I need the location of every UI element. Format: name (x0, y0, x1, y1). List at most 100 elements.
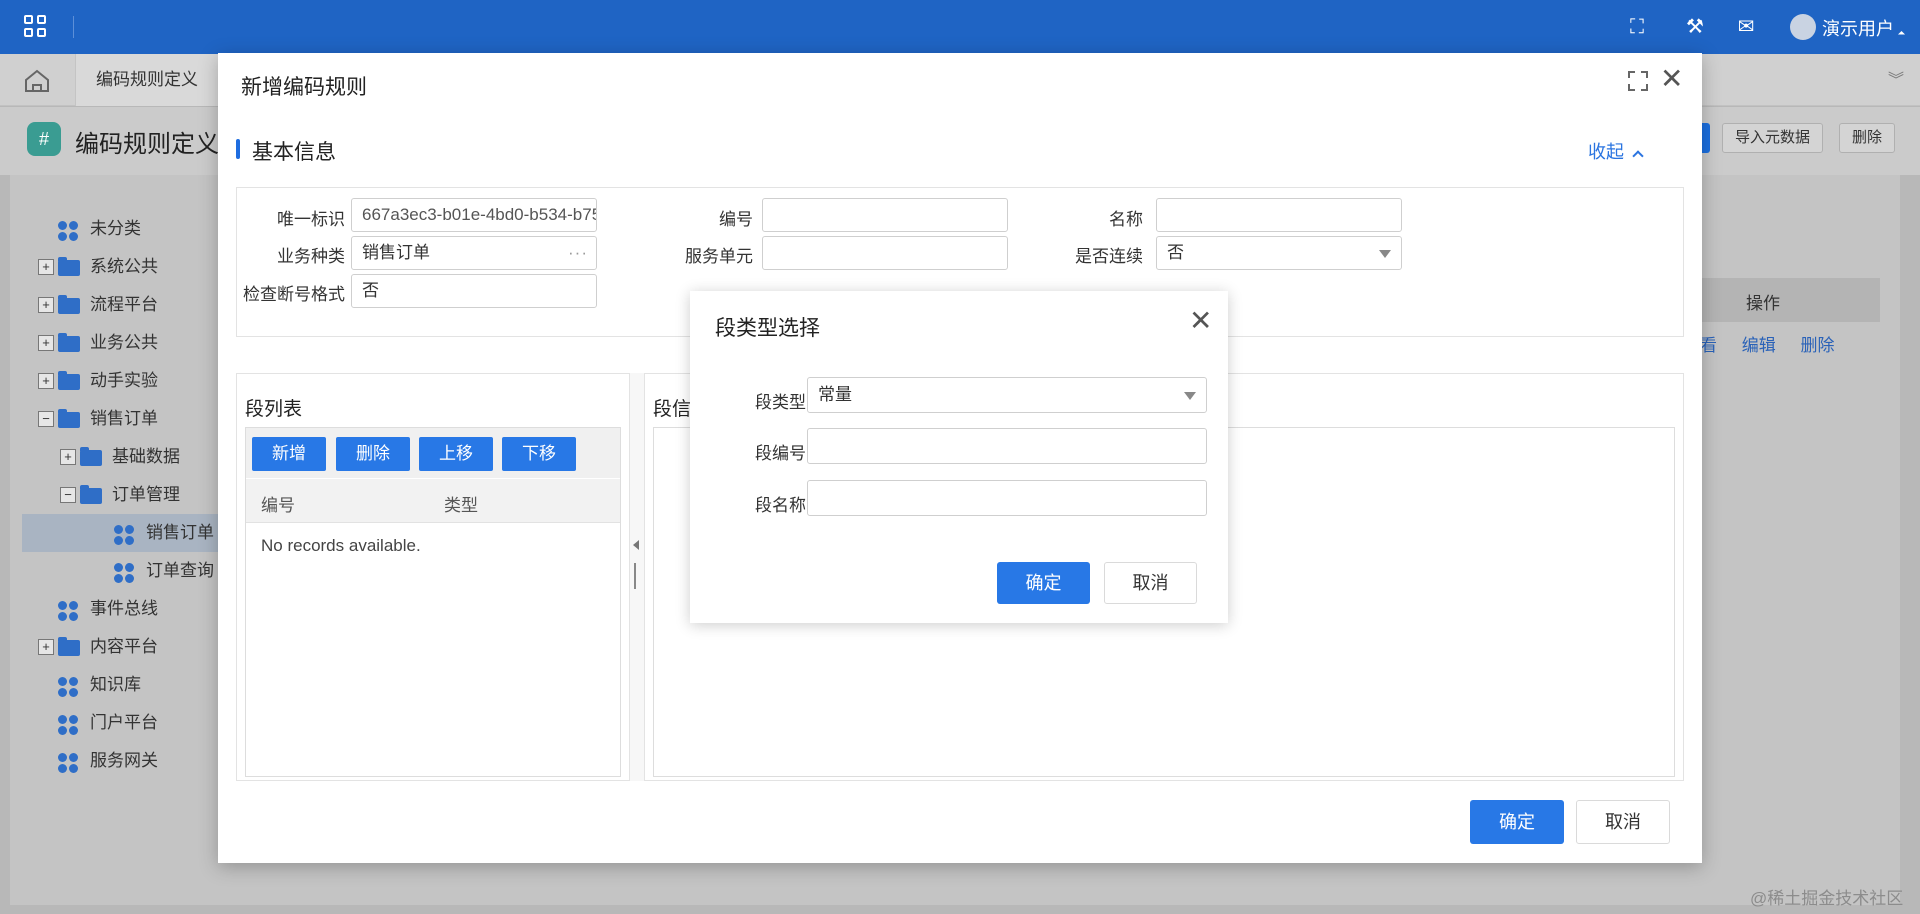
collapse-left-arrow-icon[interactable] (633, 540, 639, 550)
tree-node[interactable]: − 销售订单 (22, 400, 228, 438)
grid-icon (58, 715, 78, 735)
collapse-toggle[interactable]: 收起 (1588, 138, 1644, 164)
tree-node[interactable]: + 动手实验 (22, 362, 228, 400)
tree-node[interactable]: 订单查询 (22, 552, 228, 590)
segment-code-field[interactable] (807, 428, 1207, 464)
segment-move-down-button[interactable]: 下移 (502, 437, 576, 471)
tree-node[interactable]: 销售订单 (22, 514, 228, 552)
tree-node[interactable]: + 内容平台 (22, 628, 228, 666)
grid-icon (114, 563, 134, 583)
collapse-label: 收起 (1588, 142, 1624, 162)
user-name[interactable]: 演示用户 (1822, 15, 1894, 41)
page-delete-button[interactable]: 删除 (1839, 123, 1896, 153)
ellipsis-icon[interactable]: ··· (568, 237, 588, 269)
tree-node-label: 事件总线 (90, 599, 158, 618)
collapse-icon[interactable]: − (60, 487, 76, 503)
top-bar-divider (73, 16, 74, 38)
edit-link[interactable]: 编辑 (1742, 336, 1776, 355)
folder-icon (80, 447, 102, 466)
collapse-icon[interactable]: − (38, 411, 54, 427)
tree-node-label: 销售订单 (90, 409, 158, 428)
tree-node-label: 流程平台 (90, 295, 158, 314)
tree-node[interactable]: 知识库 (22, 666, 228, 704)
expand-icon[interactable]: + (38, 297, 54, 313)
tools-icon[interactable]: ⚒ (1682, 14, 1708, 40)
tree-node-label: 门户平台 (90, 713, 158, 732)
apps-grid-icon[interactable] (24, 15, 48, 39)
segment-name-field[interactable] (807, 480, 1207, 516)
code-field[interactable] (762, 198, 1008, 232)
segment-list-title: 段列表 (245, 399, 303, 420)
folder-open-icon (58, 409, 80, 428)
subdialog-cancel-button[interactable]: 取消 (1104, 562, 1197, 604)
view-link[interactable]: 看 (1700, 336, 1717, 355)
expand-icon[interactable]: + (60, 449, 76, 465)
modal-ok-button[interactable]: 确定 (1470, 800, 1564, 844)
fullscreen-icon[interactable]: ⛶ (1624, 14, 1650, 40)
modal-close-icon[interactable]: ✕ (1660, 65, 1683, 93)
segment-add-button[interactable]: 新增 (252, 437, 326, 471)
bg-table-header: 操作 (1680, 278, 1880, 322)
chevron-up-icon (1632, 150, 1644, 162)
folder-icon (58, 295, 80, 314)
tree-node-label: 内容平台 (90, 637, 158, 656)
service-unit-field[interactable] (762, 236, 1008, 270)
subdialog-close-icon[interactable]: ✕ (1189, 307, 1212, 335)
check-format-value: 否 (362, 281, 379, 300)
splitter-handle[interactable] (634, 563, 636, 589)
name-field[interactable] (1156, 198, 1402, 232)
user-avatar-icon[interactable] (1790, 14, 1816, 40)
section-accent-bar (236, 139, 240, 159)
check-format-select[interactable]: 否 (351, 274, 597, 308)
section-title-basic-info: 基本信息 (252, 141, 336, 164)
column-type[interactable]: 类型 (444, 491, 478, 516)
folder-icon (58, 333, 80, 352)
tree-node[interactable]: 未分类 (22, 210, 228, 248)
name-label: 名称 (1109, 210, 1143, 229)
biz-type-lookup[interactable]: 销售订单 ··· (351, 236, 597, 270)
expand-icon[interactable]: + (38, 259, 54, 275)
modal-cancel-button[interactable]: 取消 (1576, 800, 1670, 844)
tree-node[interactable]: + 基础数据 (22, 438, 228, 476)
expand-icon[interactable]: + (38, 639, 54, 655)
user-menu-caret-icon[interactable] (1897, 30, 1906, 39)
segment-type-value: 常量 (818, 385, 852, 404)
tree-node-label: 系统公共 (90, 257, 158, 276)
maximize-icon[interactable] (1628, 71, 1648, 91)
segment-move-up-button[interactable]: 上移 (419, 437, 493, 471)
segment-type-select[interactable]: 常量 (807, 377, 1207, 413)
import-metadata-button[interactable]: 导入元数据 (1722, 123, 1824, 153)
segment-toolbar: 新增 删除 上移 下移 (246, 428, 620, 478)
segment-delete-button[interactable]: 删除 (336, 437, 410, 471)
tree-node[interactable]: + 系统公共 (22, 248, 228, 286)
tree-node[interactable]: + 业务公共 (22, 324, 228, 362)
continuous-select[interactable]: 否 (1156, 236, 1402, 270)
tree-node-label: 订单管理 (112, 485, 180, 504)
tree-node[interactable]: 门户平台 (22, 704, 228, 742)
tree-node-label: 销售订单 (146, 523, 214, 542)
subdialog-ok-button[interactable]: 确定 (997, 562, 1090, 604)
tree-node[interactable]: 事件总线 (22, 590, 228, 628)
tree-node[interactable]: − 订单管理 (22, 476, 228, 514)
biz-type-value: 销售订单 (362, 243, 430, 262)
subdialog-title: 段类型选择 (715, 317, 820, 340)
biz-type-label: 业务种类 (277, 247, 345, 266)
home-icon[interactable] (22, 68, 52, 94)
column-code[interactable]: 编号 (261, 491, 295, 516)
delete-link[interactable]: 删除 (1800, 336, 1834, 355)
page-title: 编码规则定义 (75, 131, 219, 158)
bg-row-actions: 看 编辑 删除 (1700, 331, 1854, 356)
page-logo-icon: # (27, 122, 61, 156)
tree-node[interactable]: + 流程平台 (22, 286, 228, 324)
mail-icon[interactable]: ✉ (1733, 14, 1759, 40)
expand-icon[interactable]: + (38, 373, 54, 389)
panel-splitter[interactable] (630, 373, 644, 781)
tab-coding-rules[interactable]: 编码规则定义 (75, 54, 218, 106)
tree-node[interactable]: 服务网关 (22, 742, 228, 780)
tabs-more-chevron-icon[interactable]: ︾ (1888, 66, 1904, 90)
uid-field[interactable]: 667a3ec3-b01e-4bd0-b534-b7598d (351, 198, 597, 232)
grid-icon (58, 601, 78, 621)
uid-label: 唯一标识 (277, 210, 345, 229)
expand-icon[interactable]: + (38, 335, 54, 351)
tree-node-label: 订单查询 (146, 561, 214, 580)
